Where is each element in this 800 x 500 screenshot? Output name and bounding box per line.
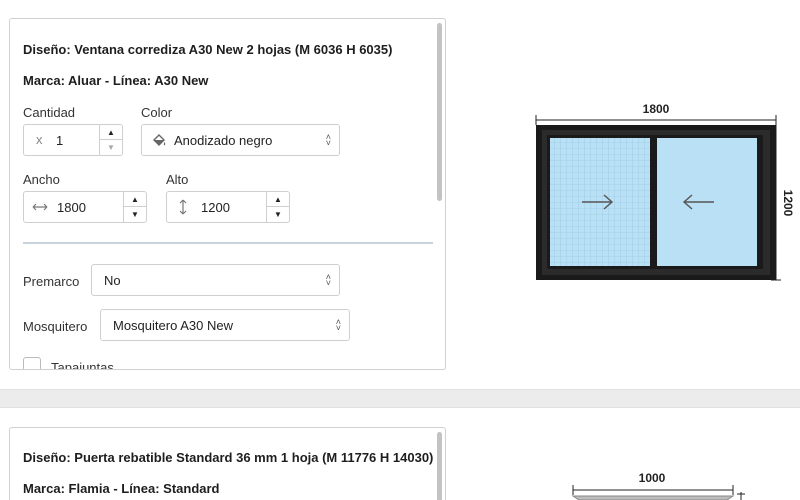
quantity-value: 1 — [56, 133, 64, 148]
card-separator-band — [0, 389, 800, 408]
width-spinner: ▲ ▼ — [123, 192, 146, 222]
color-select[interactable]: Anodizado negro ˄ ˅ — [141, 124, 340, 156]
scrollbar[interactable] — [437, 432, 442, 500]
horizontal-arrows-icon — [32, 203, 48, 211]
design-title: Diseño: Ventana corrediza A30 New 2 hoja… — [23, 42, 393, 57]
quantity-label: Cantidad — [23, 105, 76, 120]
multiply-icon: x — [36, 132, 43, 147]
tapajuntas-label: Tapajuntas — [51, 360, 114, 370]
decrement-button[interactable]: ▼ — [267, 207, 289, 222]
height-label: Alto — [166, 172, 189, 187]
vertical-arrows-icon — [179, 199, 187, 215]
color-value: Anodizado negro — [174, 133, 273, 148]
door-frame — [571, 495, 735, 500]
quantity-stepper[interactable]: x 1 ▲ ▼ — [23, 124, 123, 156]
brand-line-title: Marca: Aluar - Línea: A30 New — [23, 73, 209, 88]
premarco-label: Premarco — [23, 274, 80, 289]
section-divider — [23, 242, 433, 244]
height-spinner: ▲ ▼ — [266, 192, 289, 222]
product-card: Diseño: Puerta rebatible Standard 36 mm … — [9, 427, 446, 500]
width-label: Ancho — [23, 172, 60, 187]
width-dimension-label: 1000 — [639, 471, 666, 485]
color-label: Color — [141, 105, 173, 120]
increment-button[interactable]: ▲ — [124, 192, 146, 207]
height-dimension-label: 1200 — [781, 190, 795, 217]
increment-button[interactable]: ▲ — [267, 192, 289, 207]
quantity-spinner: ▲ ▼ — [99, 125, 122, 155]
mosquitero-label: Mosquitero — [23, 319, 88, 334]
height-stepper[interactable]: 1200 ▲ ▼ — [166, 191, 290, 223]
door-drawing: 1000 — [571, 471, 745, 500]
product-card: Diseño: Ventana corrediza A30 New 2 hoja… — [9, 18, 446, 370]
mosquitero-value: Mosquitero A30 New — [113, 318, 233, 333]
premarco-value: No — [104, 273, 121, 288]
scrollbar[interactable] — [437, 23, 442, 201]
chevron-updown-icon: ˄ ˅ — [335, 317, 341, 333]
chevron-updown-icon: ˄ ˅ — [325, 132, 331, 148]
tapajuntas-checkbox[interactable] — [23, 357, 41, 369]
height-value: 1200 — [201, 200, 230, 215]
window-drawing: 1800 1200 — [535, 102, 795, 281]
decrement-button[interactable]: ▼ — [124, 207, 146, 222]
paint-bucket-icon — [153, 134, 166, 146]
increment-button[interactable]: ▲ — [100, 125, 122, 140]
decrement-button[interactable]: ▼ — [100, 140, 122, 155]
width-value: 1800 — [57, 200, 86, 215]
chevron-updown-icon: ˄ ˅ — [325, 272, 331, 288]
design-title: Diseño: Puerta rebatible Standard 36 mm … — [23, 450, 434, 465]
premarco-select[interactable]: No ˄ ˅ — [91, 264, 340, 296]
brand-line-title: Marca: Flamia - Línea: Standard — [23, 481, 220, 496]
width-dimension-label: 1800 — [643, 102, 670, 116]
mosquitero-select[interactable]: Mosquitero A30 New ˄ ˅ — [100, 309, 350, 341]
width-stepper[interactable]: 1800 ▲ ▼ — [23, 191, 147, 223]
